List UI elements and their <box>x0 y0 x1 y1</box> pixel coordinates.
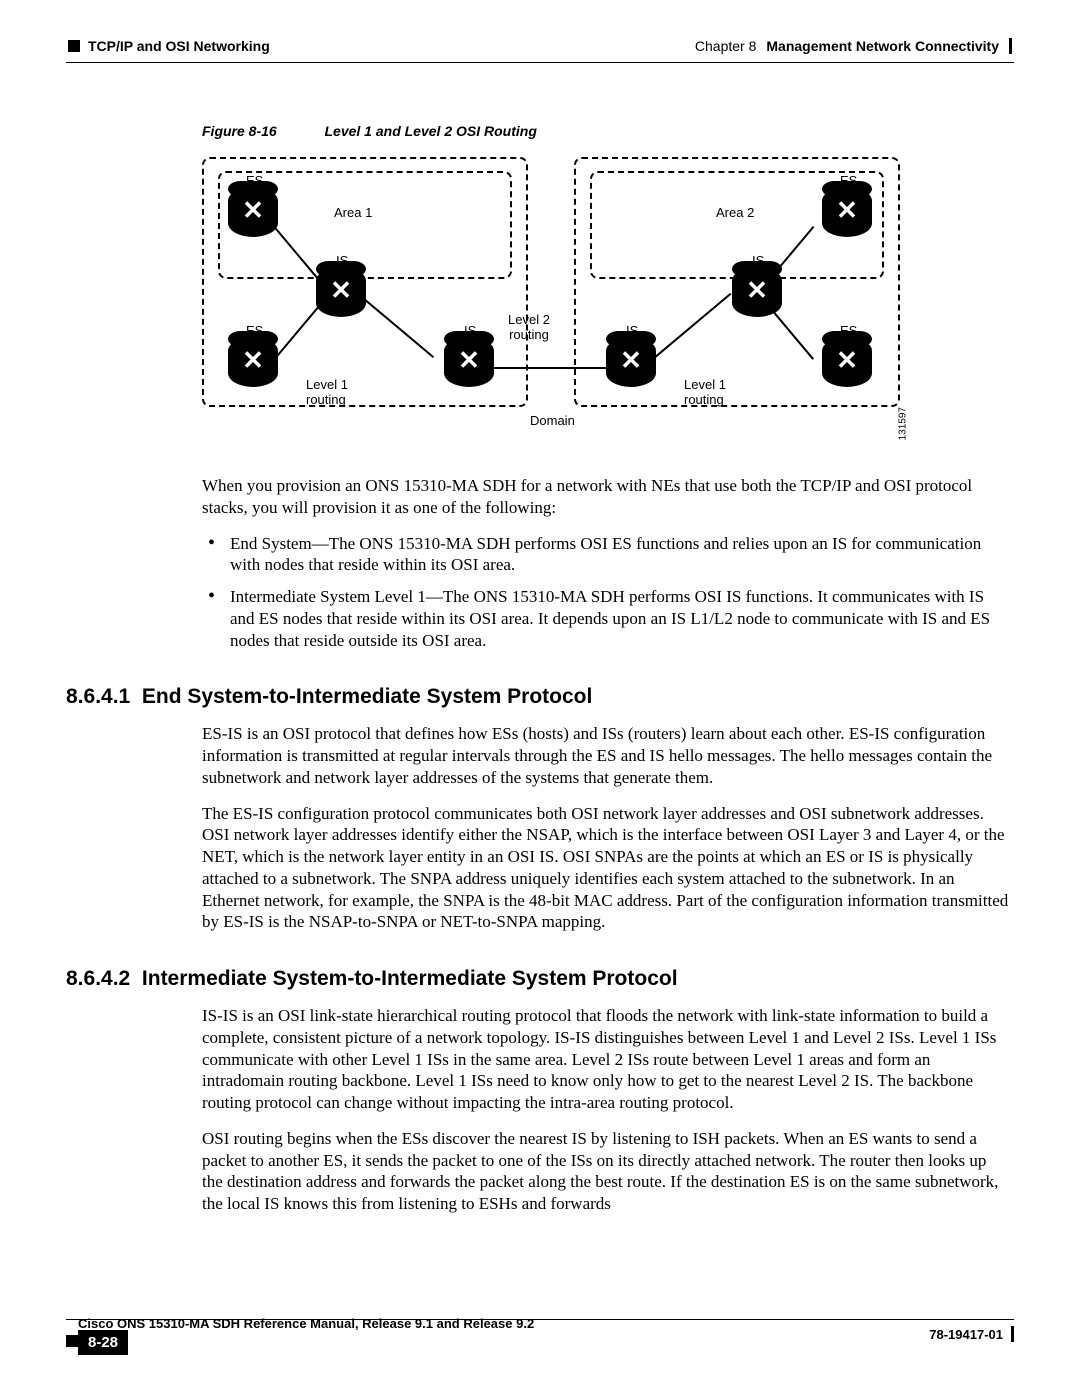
heading-number: 8.6.4.2 <box>66 967 130 990</box>
header-marker-icon <box>68 40 80 52</box>
section-heading-isis: 8.6.4.2 Intermediate System-to-Intermedi… <box>66 967 1014 991</box>
footer-marker-icon <box>66 1335 78 1347</box>
list-item: End System—The ONS 15310-MA SDH performs… <box>202 533 1010 577</box>
node-es: ✕ ES <box>228 187 278 237</box>
heading-title: Intermediate System-to-Intermediate Syst… <box>142 967 678 990</box>
node-is: ✕ IS <box>316 267 366 317</box>
heading-number: 8.6.4.1 <box>66 685 130 708</box>
figure-id: 131597 <box>897 407 908 440</box>
link-inter-area <box>494 367 609 369</box>
level1-right-label: Level 1 routing <box>684 377 726 407</box>
footer-docnum: 78-19417-01 <box>929 1327 1003 1342</box>
isis-p1: IS-IS is an OSI link-state hierarchical … <box>202 1005 1010 1114</box>
heading-title: End System-to-Intermediate System Protoc… <box>142 685 592 708</box>
provision-list: End System—The ONS 15310-MA SDH performs… <box>202 533 1010 652</box>
node-es: ✕ ES <box>822 337 872 387</box>
header-chapter-title: Management Network Connectivity <box>766 38 999 54</box>
node-is: ✕ IS <box>444 337 494 387</box>
section-heading-esis: 8.6.4.1 End System-to-Intermediate Syste… <box>66 685 1014 709</box>
page-number: 8-28 <box>78 1330 128 1355</box>
level2-label: Level 2 routing <box>508 312 550 342</box>
header-end-marker-icon <box>1009 38 1012 54</box>
figure-title: Level 1 and Level 2 OSI Routing <box>324 123 536 139</box>
footer-end-marker-icon <box>1011 1326 1014 1342</box>
figure-caption: Figure 8-16 Level 1 and Level 2 OSI Rout… <box>202 123 1014 139</box>
intro-paragraph: When you provision an ONS 15310-MA SDH f… <box>202 475 1010 519</box>
node-is: ✕ IS <box>606 337 656 387</box>
figure-label: Figure 8-16 <box>202 123 277 139</box>
osi-routing-diagram: ✕ ES Area 1 ✕ IS ✕ ES ✕ IS Level 1 routi… <box>202 157 902 435</box>
esis-p2: The ES-IS configuration protocol communi… <box>202 803 1010 934</box>
node-is: ✕ IS <box>732 267 782 317</box>
isis-p2: OSI routing begins when the ESs discover… <box>202 1128 1010 1215</box>
page-header: TCP/IP and OSI Networking Chapter 8 Mana… <box>66 38 1014 63</box>
area2-label: Area 2 <box>716 205 754 220</box>
page-footer: 8-28 78-19417-01 <box>66 1319 1014 1355</box>
node-es: ✕ ES <box>228 337 278 387</box>
header-chapter-label: Chapter 8 <box>695 38 756 54</box>
node-es: ✕ ES <box>822 187 872 237</box>
area1-label: Area 1 <box>334 205 372 220</box>
header-section: TCP/IP and OSI Networking <box>88 38 270 54</box>
esis-p1: ES-IS is an OSI protocol that defines ho… <box>202 723 1010 788</box>
level1-left-label: Level 1 routing <box>306 377 348 407</box>
list-item: Intermediate System Level 1—The ONS 1531… <box>202 586 1010 651</box>
domain-label: Domain <box>530 413 575 428</box>
